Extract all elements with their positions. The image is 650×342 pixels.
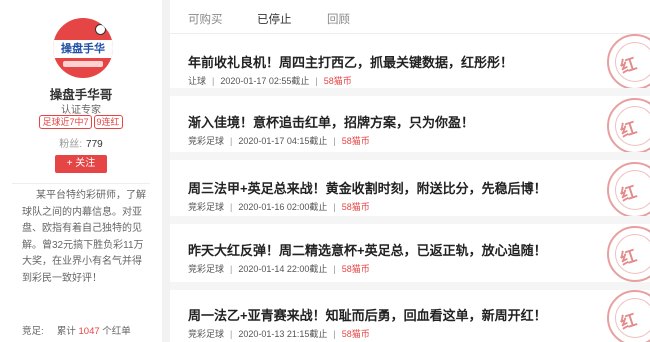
plan-deadline: 2020-01-17 02:55截止 xyxy=(220,76,310,86)
avatar[interactable]: 操盘手华 xyxy=(53,18,113,78)
expert-description: 某平台特约彩研师，了解球队之间的内幕信息。对亚盘、欧指有着自己独特的见解。曾32… xyxy=(22,190,146,284)
list-item[interactable]: 周一法乙+亚青赛来战！知耻而后勇，回血看这单，新周开红！ 竞彩足球 | 2020-0… xyxy=(170,305,650,342)
plan-meta: 让球 | 2020-01-17 02:55截止 | 58猫币 xyxy=(188,76,352,86)
plan-deadline: 2020-01-17 04:15截止 xyxy=(238,136,328,146)
plan-type: 让球 xyxy=(188,76,207,86)
expert-sidebar: 操盘手华 操盘手华哥 认证专家 足球近7中7 9连红 粉丝: 779 + 关注 某… xyxy=(0,0,162,342)
item-divider xyxy=(170,152,650,160)
result-label: 竞足: xyxy=(22,326,44,337)
plan-type: 竞彩足球 xyxy=(188,329,225,339)
fans-count: 粉丝: 779 xyxy=(0,135,162,150)
tab-bar: 可购买 已停止 回顾 xyxy=(170,0,650,34)
plan-price: 58猫币 xyxy=(341,329,370,339)
tag-win-run: 9连红 xyxy=(93,115,123,129)
plan-price: 58猫币 xyxy=(341,136,370,146)
result-suffix: 个红单 xyxy=(102,326,131,337)
plan-title[interactable]: 年前收礼良机！周四主打西乙，抓最关键数据，红彤彤！ xyxy=(188,52,513,71)
football-icon xyxy=(95,24,106,35)
plan-title[interactable]: 渐入佳境！意杯追击红单，招牌方案，只为你盈！ xyxy=(188,112,474,131)
tab-available[interactable]: 可购买 xyxy=(188,11,223,27)
result-prefix: 累计 xyxy=(56,326,76,337)
fans-number: 779 xyxy=(86,139,103,150)
item-divider xyxy=(170,282,650,290)
fans-label: 粉丝: xyxy=(59,139,83,150)
plan-meta: 竞彩足球 | 2020-01-16 02:00截止 | 58猫币 xyxy=(188,202,370,212)
tag-streak: 足球近7中7 xyxy=(39,115,92,129)
plan-list-panel: 可购买 已停止 回顾 红 年前收礼良机！周四主打西乙，抓最关键数据，红彤彤！ 让… xyxy=(170,0,650,342)
item-divider xyxy=(170,216,650,224)
plan-meta: 竞彩足球 | 2020-01-17 04:15截止 | 58猫币 xyxy=(188,136,370,146)
certification-label: 认证专家 xyxy=(61,105,101,116)
tab-review[interactable]: 回顾 xyxy=(327,11,350,27)
achievement-tags: 足球近7中7 9连红 xyxy=(0,115,162,129)
plan-price: 58猫币 xyxy=(341,264,370,274)
avatar-text: 操盘手华 xyxy=(61,42,105,55)
plan-meta: 竞彩足球 | 2020-01-14 22:00截止 | 58猫币 xyxy=(188,264,370,274)
plan-price: 58猫币 xyxy=(323,76,352,86)
plan-deadline: 2020-01-13 21:15截止 xyxy=(238,329,328,339)
plan-type: 竞彩足球 xyxy=(188,136,225,146)
plan-meta: 竞彩足球 | 2020-01-13 21:15截止 | 58猫币 xyxy=(188,329,370,339)
plan-title[interactable]: 昨天大红反弹！周二精选意杯+英足总，已返正轨，放心追随！ xyxy=(188,240,547,259)
plan-deadline: 2020-01-16 02:00截止 xyxy=(238,202,328,212)
divider xyxy=(12,183,150,184)
follow-button[interactable]: + 关注 xyxy=(55,155,107,173)
plan-title[interactable]: 周一法乙+亚青赛来战！知耻而后勇，回血看这单，新周开红！ xyxy=(188,305,547,324)
result-count: 1047 xyxy=(78,326,100,337)
plan-price: 58猫币 xyxy=(341,202,370,212)
plan-deadline: 2020-01-14 22:00截止 xyxy=(238,264,328,274)
tab-stopped[interactable]: 已停止 xyxy=(257,11,292,27)
plan-type: 竞彩足球 xyxy=(188,264,225,274)
page: 操盘手华 操盘手华哥 认证专家 足球近7中7 9连红 粉丝: 779 + 关注 某… xyxy=(0,0,650,342)
item-divider xyxy=(170,88,650,96)
result-summary: 竞足: 累计 1047 个红单 xyxy=(22,323,162,337)
plan-type: 竞彩足球 xyxy=(188,202,225,212)
plan-title[interactable]: 周三法甲+英足总来战！黄金收割时刻，附送比分，先稳后博！ xyxy=(188,178,547,197)
